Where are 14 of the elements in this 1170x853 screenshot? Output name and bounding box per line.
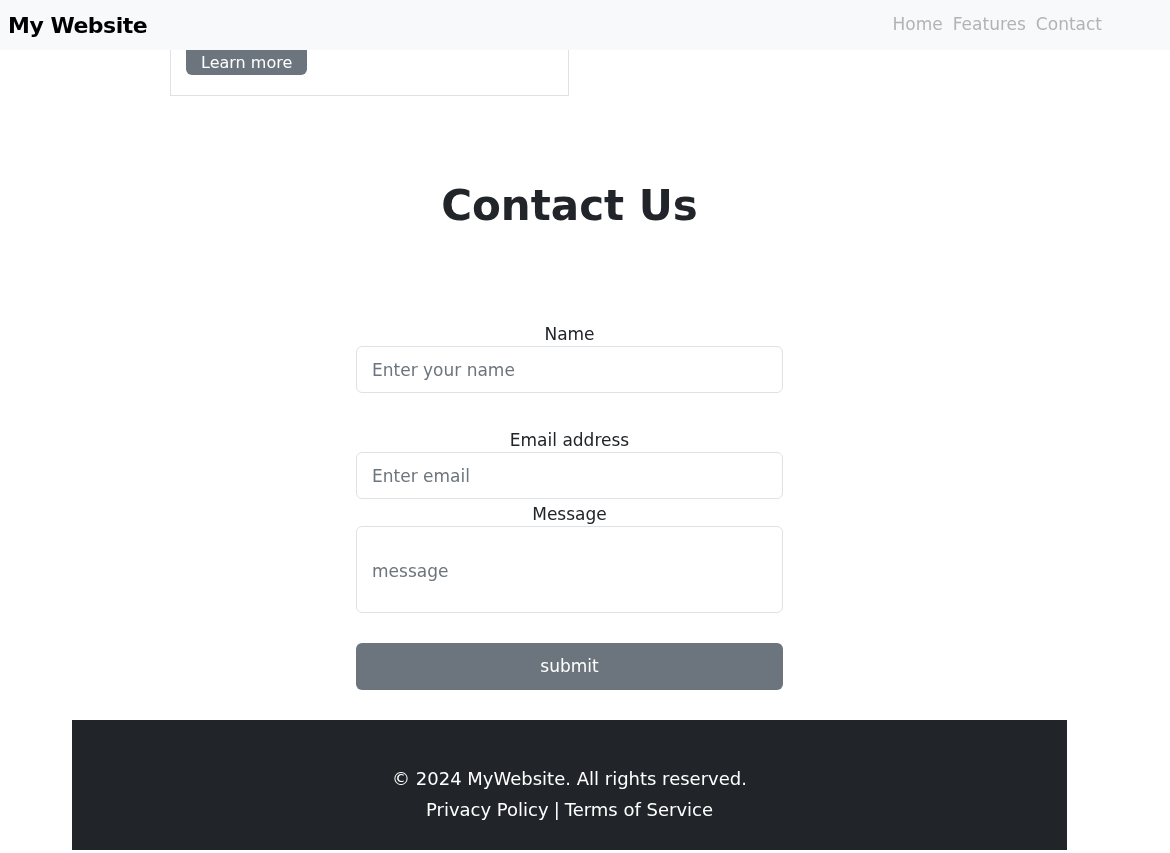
submit-button[interactable]: submit — [356, 643, 783, 690]
contact-heading: Contact Us — [441, 181, 698, 231]
link-separator: | — [553, 798, 560, 822]
privacy-policy-link[interactable]: Privacy Policy — [425, 794, 549, 825]
field-label: Name — [544, 323, 595, 345]
brand-link[interactable]: My Website — [8, 8, 148, 42]
message-field[interactable]: message — [356, 526, 783, 613]
copyright-text: © 2024 MyWebsite. All rights reserved. — [392, 767, 747, 791]
input-field[interactable]: Enter email — [356, 452, 783, 499]
field-label: Email address — [509, 429, 630, 451]
input-field[interactable]: Enter your name — [356, 346, 783, 393]
field-label: Message — [532, 503, 607, 525]
learn-more-button[interactable]: Learn more — [186, 50, 308, 75]
terms-link[interactable]: Terms of Service — [564, 794, 714, 825]
